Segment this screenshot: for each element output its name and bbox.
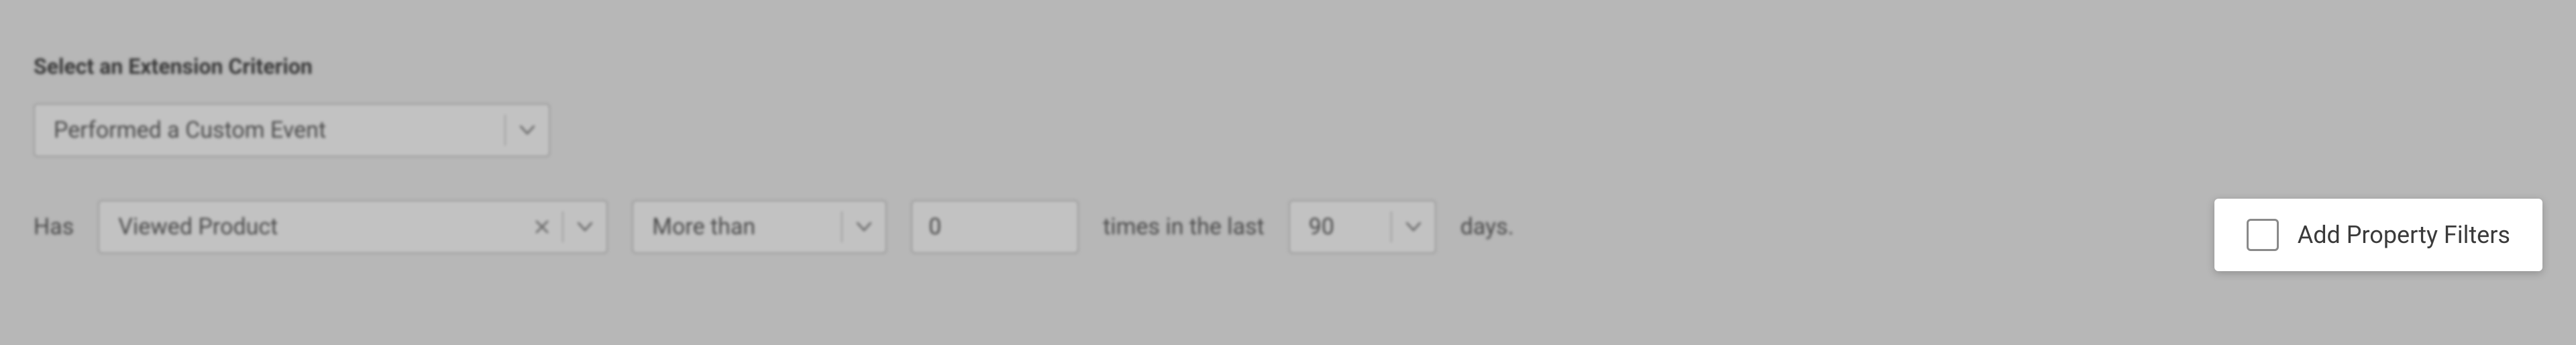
- count-input[interactable]: 0: [911, 200, 1079, 254]
- close-icon: [535, 219, 549, 234]
- count-input-value: 0: [928, 213, 941, 240]
- criterion-select[interactable]: Performed a Custom Event: [34, 103, 550, 157]
- criterion-select-chevron[interactable]: [506, 105, 549, 156]
- days-select-chevron[interactable]: [1392, 201, 1435, 252]
- rule-prefix-text: Has: [34, 213, 74, 240]
- event-select-chevron[interactable]: [564, 201, 606, 252]
- rule-middle-text: times in the last: [1103, 213, 1264, 240]
- days-select-label: 90: [1290, 213, 1391, 240]
- add-property-filters-checkbox[interactable]: [2247, 219, 2279, 251]
- add-property-filters-label: Add Property Filters: [2298, 221, 2510, 249]
- add-property-filters-card[interactable]: Add Property Filters: [2214, 199, 2542, 271]
- event-select[interactable]: Viewed Product: [98, 200, 608, 254]
- criterion-select-label: Performed a Custom Event: [35, 117, 504, 144]
- comparator-select-chevron[interactable]: [843, 201, 885, 252]
- rule-suffix-text: days.: [1460, 213, 1514, 240]
- event-select-label: Viewed Product: [99, 213, 522, 240]
- section-heading: Select an Extension Criterion: [34, 54, 2542, 79]
- rule-row: Has Viewed Product More than: [34, 200, 2542, 254]
- extension-criterion-panel: Select an Extension Criterion Performed …: [34, 54, 2542, 254]
- days-select[interactable]: 90: [1289, 200, 1436, 254]
- event-clear-button[interactable]: [522, 201, 562, 252]
- comparator-select[interactable]: More than: [632, 200, 887, 254]
- chevron-down-icon: [520, 126, 535, 135]
- chevron-down-icon: [1406, 222, 1421, 232]
- chevron-down-icon: [857, 222, 871, 232]
- comparator-select-label: More than: [633, 213, 841, 240]
- chevron-down-icon: [578, 222, 592, 232]
